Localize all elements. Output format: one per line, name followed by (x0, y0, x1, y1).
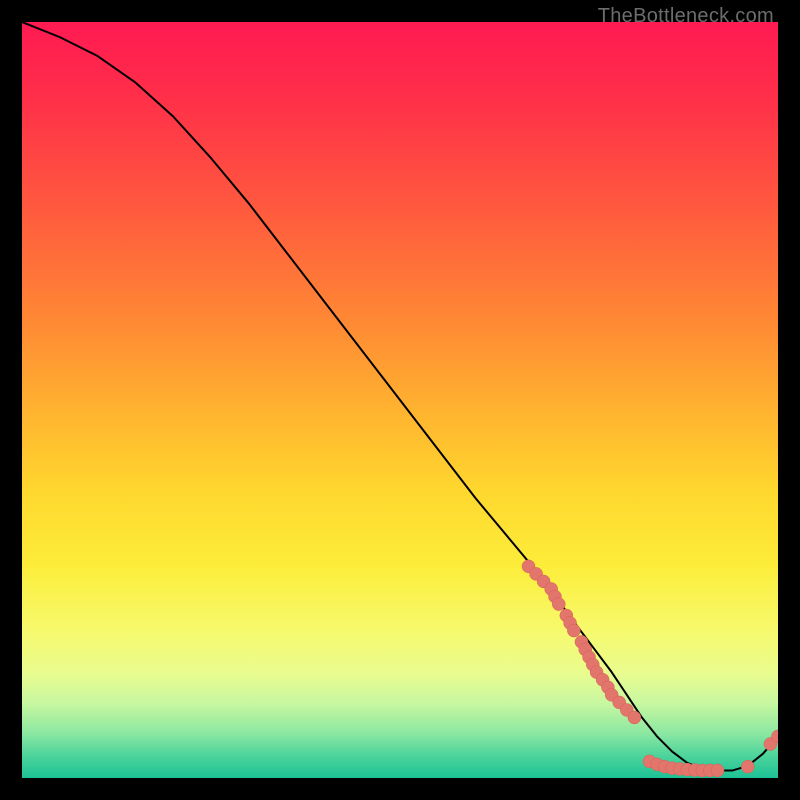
data-marker (711, 764, 724, 777)
plot-svg (22, 22, 778, 778)
data-marker (567, 624, 580, 637)
data-marker (628, 711, 641, 724)
data-markers (522, 560, 778, 777)
data-marker (741, 760, 754, 773)
bottleneck-curve (22, 22, 778, 770)
watermark-text: TheBottleneck.com (598, 5, 774, 28)
plot-area (22, 22, 778, 778)
data-marker (552, 598, 565, 611)
chart-stage: TheBottleneck.com (0, 0, 800, 800)
